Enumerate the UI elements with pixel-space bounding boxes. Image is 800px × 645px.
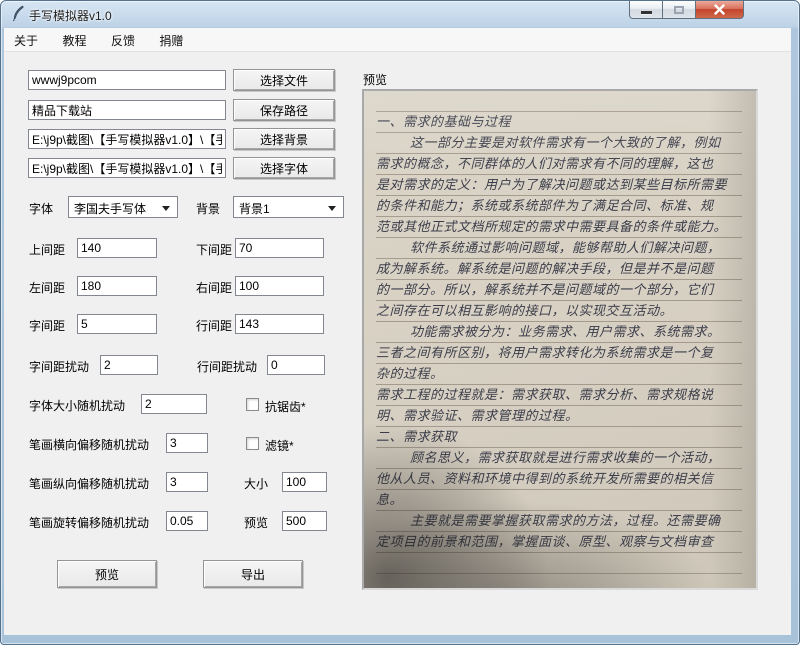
- maximize-icon: [674, 5, 684, 14]
- size-label: 大小: [244, 477, 269, 491]
- bottom-spacing-label: 下间距: [196, 243, 233, 257]
- text-file-input[interactable]: [28, 70, 226, 90]
- handwriting-line: 软件系统通过影响问题域，能够帮助人们解决问题，: [376, 238, 742, 259]
- menubar: 关于 教程 反馈 捐赠: [4, 28, 791, 52]
- char-spacing-label: 字间距: [29, 319, 66, 333]
- right-spacing-input[interactable]: [235, 276, 324, 296]
- app-window: 手写模拟器v1.0 关于 教程 反馈 捐赠 选择文件: [0, 0, 800, 645]
- left-spacing-label: 左间距: [29, 281, 66, 295]
- handwriting-line: 功能需求被分为：业务需求、用户需求、系统需求。: [376, 322, 742, 343]
- maximize-button[interactable]: [663, 1, 696, 19]
- handwriting-line: 三者之间有所区别，将用户需求转化为系统需求是一个复: [376, 343, 742, 364]
- handwriting-line: 顾名思义，需求获取就是进行需求收集的一个活动，: [376, 448, 742, 469]
- preview-image-box: 一、需求的基础与过程 这一部分主要是对软件需求有一个大致的了解，例如 需求的概念，不…: [362, 89, 758, 590]
- handwriting-line: 杂的过程。: [376, 364, 742, 385]
- font-select-label: 字体: [29, 202, 54, 216]
- font-size-perturb-label: 字体大小随机扰动: [29, 399, 126, 413]
- chevron-down-icon: [162, 206, 170, 211]
- antialias-checkbox-label: 抗锯齿*: [265, 400, 306, 414]
- handwriting-line: 范或其他正式文档所规定的需求中需要具备的条件或能力。: [376, 217, 742, 238]
- background-select-value: 背景1: [239, 202, 270, 216]
- background-select[interactable]: 背景1: [233, 196, 344, 218]
- select-font-button[interactable]: 选择字体: [233, 157, 335, 179]
- preview-count-label: 预览: [244, 516, 269, 530]
- save-path-button[interactable]: 保存路径: [233, 99, 335, 121]
- close-icon: [714, 4, 725, 15]
- handwriting-line: 他从人员、资料和环境中得到的系统开发所需要的相关信: [376, 469, 742, 490]
- window-title: 手写模拟器v1.0: [29, 9, 112, 23]
- font-select[interactable]: 李国夫手写体: [68, 196, 178, 218]
- filter-checkbox-label: 滤镜*: [265, 439, 294, 453]
- handwriting-lines: 一、需求的基础与过程 这一部分主要是对软件需求有一个大致的了解，例如 需求的概念，不…: [364, 91, 756, 588]
- left-spacing-input[interactable]: [77, 276, 157, 296]
- stroke-rotation-perturb-label: 笔画旋转偏移随机扰动: [29, 516, 150, 530]
- menu-donate[interactable]: 捐赠: [149, 28, 193, 52]
- window-controls: [629, 1, 744, 19]
- handwriting-line: 需求的概念，不同群体的人们对需求有不同的理解，这也: [376, 154, 742, 175]
- handwriting-line: 息。: [376, 490, 742, 511]
- background-path-input[interactable]: [28, 129, 226, 149]
- feather-app-icon: [12, 5, 24, 22]
- save-path-input[interactable]: [28, 100, 226, 120]
- handwriting-line: 明、需求验证、需求管理的过程。: [376, 406, 742, 427]
- bottom-spacing-input[interactable]: [235, 238, 324, 258]
- minimize-icon: [640, 10, 652, 14]
- char-spacing-perturb-label: 字间距扰动: [29, 360, 90, 374]
- char-spacing-input[interactable]: [77, 314, 157, 334]
- handwriting-line: 需求工程的过程就是：需求获取、需求分析、需求规格说: [376, 385, 742, 406]
- handwriting-line: 这一部分主要是对软件需求有一个大致的了解，例如: [376, 133, 742, 154]
- line-spacing-input[interactable]: [235, 314, 324, 334]
- char-spacing-perturb-input[interactable]: [100, 355, 158, 375]
- handwriting-line: 的一部分。所以，解系统并不是问题域的一个部分，它们: [376, 280, 742, 301]
- preview-button[interactable]: 预览: [57, 560, 157, 588]
- chevron-down-icon: [328, 206, 336, 211]
- handwriting-line: 成为解系统。解系统是问题的解决手段，但是并不是问题: [376, 259, 742, 280]
- select-background-button[interactable]: 选择背景: [233, 128, 335, 150]
- background-select-label: 背景: [196, 202, 221, 216]
- preview-panel-label: 预览: [363, 73, 388, 87]
- top-spacing-input[interactable]: [77, 238, 157, 258]
- line-spacing-label: 行间距: [196, 319, 233, 333]
- handwriting-line: 定项目的前景和范围，掌握面谈、原型、观察与文档审查: [376, 532, 742, 553]
- export-button[interactable]: 导出: [203, 560, 303, 588]
- handwriting-line: 之间存在可以相互影响的接口，以实现交互活动。: [376, 301, 742, 322]
- close-button[interactable]: [696, 1, 744, 19]
- menu-feedback[interactable]: 反馈: [101, 28, 145, 52]
- top-spacing-label: 上间距: [29, 243, 66, 257]
- handwriting-paper: 一、需求的基础与过程 这一部分主要是对软件需求有一个大致的了解，例如 需求的概念，不…: [364, 91, 756, 588]
- menu-tutorial[interactable]: 教程: [52, 28, 96, 52]
- handwriting-line: 的条件和能力；系统或系统部件为了满足合同、标准、规: [376, 196, 742, 217]
- menu-about[interactable]: 关于: [4, 28, 48, 52]
- line-spacing-perturb-input[interactable]: [267, 355, 325, 375]
- minimize-button[interactable]: [629, 1, 663, 19]
- font-path-input[interactable]: [28, 158, 226, 178]
- antialias-checkbox[interactable]: [246, 398, 259, 411]
- handwriting-line: 二、需求获取: [376, 427, 742, 448]
- size-input[interactable]: [282, 472, 327, 492]
- right-spacing-label: 右间距: [196, 281, 233, 295]
- handwriting-line: 一、需求的基础与过程: [376, 112, 742, 133]
- select-file-button[interactable]: 选择文件: [233, 69, 335, 91]
- stroke-horizontal-perturb-input[interactable]: [166, 433, 208, 453]
- handwriting-line: 是对需求的定义：用户为了解决问题或达到某些目标所需要: [376, 175, 742, 196]
- titlebar[interactable]: 手写模拟器v1.0: [1, 1, 799, 28]
- font-size-perturb-input[interactable]: [141, 394, 207, 414]
- preview-count-input[interactable]: [282, 511, 327, 531]
- handwriting-line: 主要就是需要掌握获取需求的方法，过程。还需要确: [376, 511, 742, 532]
- stroke-rotation-perturb-input[interactable]: [166, 511, 208, 531]
- stroke-vertical-perturb-input[interactable]: [166, 472, 208, 492]
- line-spacing-perturb-label: 行间距扰动: [197, 360, 258, 374]
- stroke-vertical-perturb-label: 笔画纵向偏移随机扰动: [29, 477, 150, 491]
- font-select-value: 李国夫手写体: [74, 202, 147, 216]
- stroke-horizontal-perturb-label: 笔画横向偏移随机扰动: [29, 438, 150, 452]
- filter-checkbox[interactable]: [246, 437, 259, 450]
- client-area: 关于 教程 反馈 捐赠 选择文件 保存路径 选择背景 选择字体 字体 李国夫手写…: [4, 28, 791, 635]
